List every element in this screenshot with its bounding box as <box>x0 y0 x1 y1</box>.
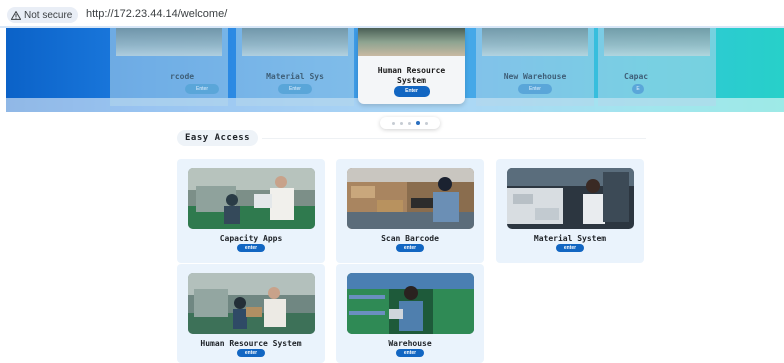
slide-photo <box>242 28 348 56</box>
slide-photo <box>358 28 465 56</box>
card-title: Material System <box>533 234 607 243</box>
slide-title: Capac <box>624 72 649 81</box>
slide-title: New Warehouse <box>503 72 567 81</box>
card-photo <box>188 168 315 229</box>
card-photo <box>507 168 634 229</box>
card-title: Capacity Apps <box>219 234 283 243</box>
card-enter-button[interactable]: enter <box>237 349 265 357</box>
pagination-dot[interactable] <box>425 121 428 125</box>
card-enter-button[interactable]: enter <box>237 244 265 252</box>
carousel-slide[interactable]: New Warehouse Enter <box>476 28 594 106</box>
card-title: Human Resource System <box>200 339 302 348</box>
slide-photo <box>482 28 588 56</box>
security-chip[interactable]: Not secure <box>7 7 79 23</box>
app-card[interactable]: Human Resource System enter <box>177 264 325 363</box>
hero-carousel[interactable]: rcode Enter Material Sys Enter Human Res… <box>6 28 784 112</box>
app-card[interactable]: Capacity Apps enter <box>177 159 325 263</box>
card-enter-button[interactable]: enter <box>556 244 584 252</box>
warning-icon <box>11 10 21 20</box>
section-title: Easy Access <box>177 130 259 146</box>
pagination-dot[interactable] <box>392 121 395 125</box>
slide-enter-button[interactable]: Enter <box>393 86 430 97</box>
slide-photo <box>604 28 710 56</box>
pagination-dot-active[interactable] <box>416 121 420 125</box>
section-divider <box>262 138 646 139</box>
slide-title: Human Resource System <box>377 66 446 85</box>
slide-enter-button[interactable]: Enter <box>518 84 552 94</box>
carousel-slide[interactable]: rcode Enter <box>110 28 228 106</box>
card-title: Warehouse <box>388 339 432 348</box>
app-card[interactable]: Scan Barcode enter <box>336 159 484 263</box>
slide-title: Material Sys <box>266 72 324 81</box>
slide-enter-button[interactable]: Enter <box>278 84 312 94</box>
carousel-slide[interactable]: Material Sys Enter <box>236 28 354 106</box>
slide-photo <box>116 28 222 56</box>
address-bar[interactable]: Not secure http://172.23.44.14/welcome/ <box>0 0 784 28</box>
slide-title: rcode <box>170 72 195 81</box>
card-photo <box>347 273 474 334</box>
carousel-slide-active[interactable]: Human Resource System Enter <box>358 28 465 104</box>
url-text[interactable]: http://172.23.44.14/welcome/ <box>86 8 227 20</box>
card-enter-button[interactable]: enter <box>396 244 424 252</box>
card-title: Scan Barcode <box>381 234 439 243</box>
card-photo <box>347 168 474 229</box>
pagination-dot[interactable] <box>408 121 411 125</box>
pagination-dot[interactable] <box>400 121 403 125</box>
card-photo <box>188 273 315 334</box>
app-card[interactable]: Warehouse enter <box>336 264 484 363</box>
slide-enter-button[interactable]: E <box>632 84 644 94</box>
carousel-slide[interactable]: Capac E <box>598 28 716 106</box>
carousel-pagination <box>380 117 440 129</box>
card-enter-button[interactable]: enter <box>396 349 424 357</box>
security-label: Not secure <box>24 9 73 21</box>
slide-enter-button[interactable]: Enter <box>185 84 220 94</box>
app-card[interactable]: Material System enter <box>496 159 644 263</box>
